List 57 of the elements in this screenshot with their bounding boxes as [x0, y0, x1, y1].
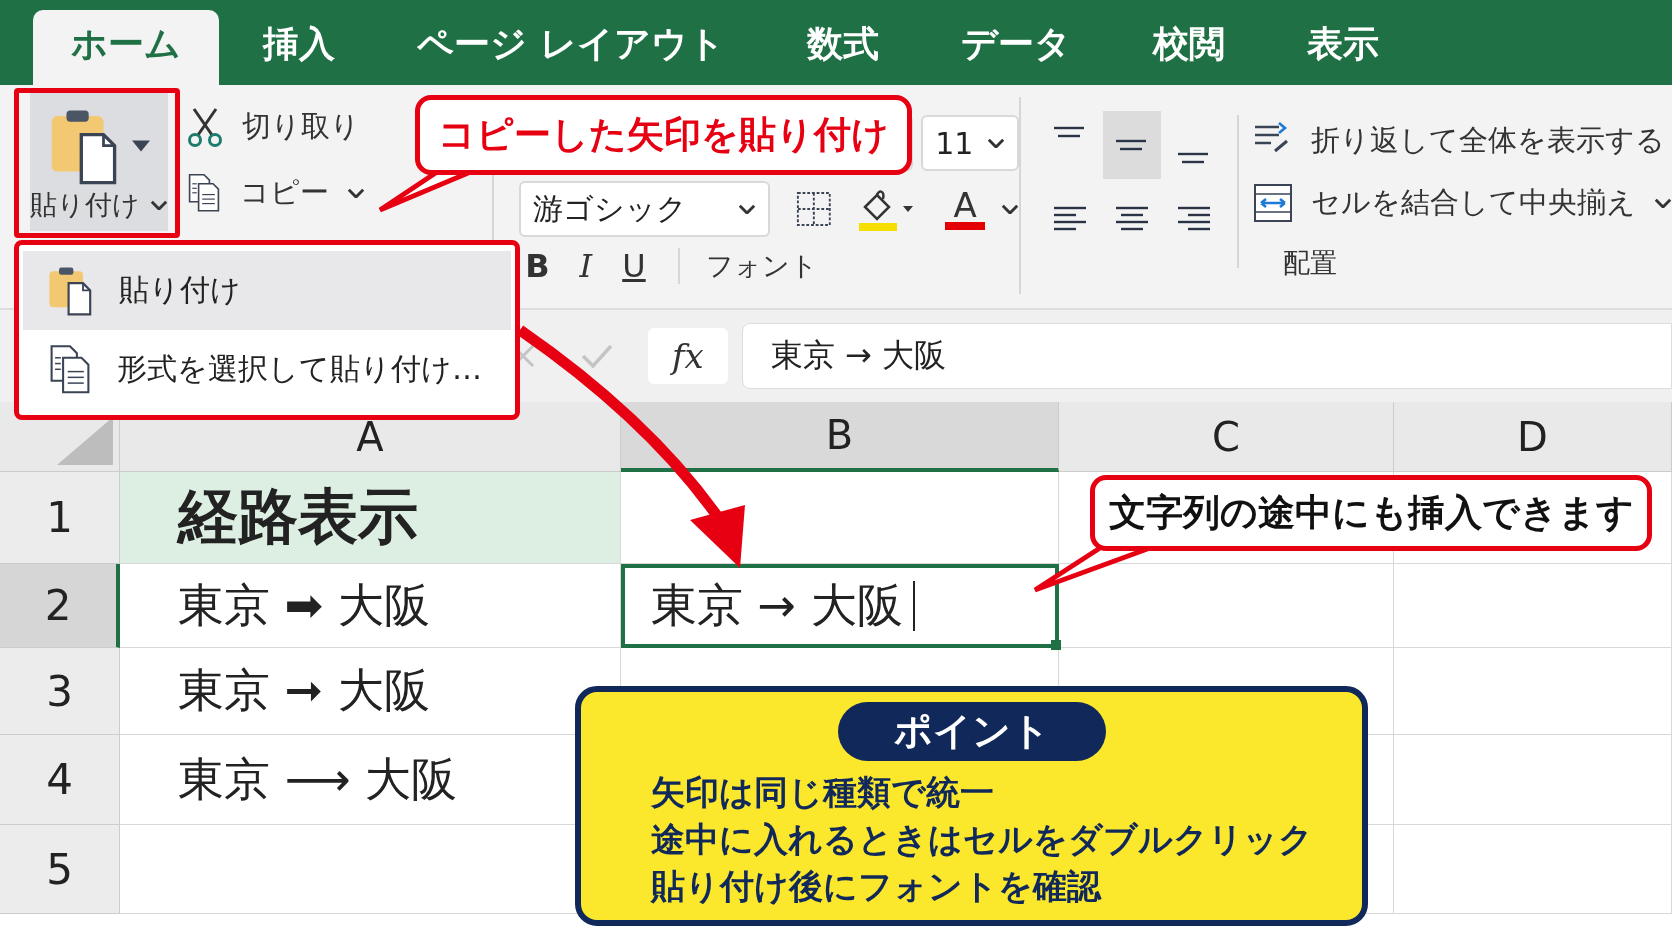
column-header[interactable]: B: [621, 402, 1059, 472]
align-lines-icon: [1054, 126, 1086, 138]
paste-button[interactable]: 貼り付け: [30, 93, 168, 231]
ribbon-tab[interactable]: 校閲: [1114, 10, 1263, 85]
table-cell: 東京 → 大阪: [621, 564, 1059, 648]
chevron-down-icon: [1654, 197, 1672, 209]
tip-title: ポイント: [837, 702, 1106, 761]
chevron-down-icon: [737, 203, 756, 215]
group-label: 配置: [1283, 246, 1338, 280]
tip-text: 途中に入れるときはセルをダブルクリック: [651, 818, 1313, 861]
chevron-down-icon: [1001, 203, 1020, 215]
function-button[interactable]: fx: [648, 328, 728, 384]
align-lines-icon: [1116, 139, 1148, 151]
ribbon-tab[interactable]: ホーム: [33, 10, 219, 85]
tip-text: 貼り付け後にフォントを確認: [651, 865, 1101, 908]
italic-button[interactable]: I: [573, 247, 599, 285]
copy-button[interactable]: コピー: [186, 173, 365, 213]
row-header[interactable]: 5: [0, 825, 120, 914]
chevron-down-icon: [150, 199, 168, 211]
formula-field[interactable]: 東京 → 大阪: [741, 323, 1672, 389]
ribbon-tab[interactable]: 表示: [1268, 10, 1417, 85]
bold-button[interactable]: B: [519, 247, 556, 285]
scissors-icon: [186, 107, 224, 147]
ribbon-tab[interactable]: データ: [922, 10, 1109, 85]
borders-icon[interactable]: [795, 190, 832, 228]
font-family-field[interactable]: 游ゴシック: [519, 181, 770, 237]
ribbon-tab[interactable]: 数式: [768, 10, 917, 85]
row-header[interactable]: 2: [0, 564, 120, 648]
merge-cells-icon: [1253, 183, 1293, 223]
menu-item[interactable]: 貼り付け: [23, 251, 511, 330]
row-header[interactable]: 1: [0, 472, 120, 564]
column-header[interactable]: D: [1394, 402, 1672, 472]
merge-center-button[interactable]: セルを結合して中央揃え: [1253, 183, 1672, 223]
cut-button[interactable]: 切り取り: [186, 107, 365, 147]
table-cell: 東京 ➡ 大阪: [120, 564, 621, 648]
column-header[interactable]: C: [1059, 402, 1394, 472]
check-icon[interactable]: [580, 343, 614, 369]
ribbon-tab[interactable]: 挿入: [225, 10, 373, 85]
dropdown-triangle-icon: [132, 139, 150, 152]
font-size-field[interactable]: 11: [921, 115, 1020, 171]
row-header[interactable]: 3: [0, 648, 120, 735]
chevron-down-icon: [987, 137, 1006, 149]
tip-text: 矢印は同じ種類で統一: [651, 771, 994, 814]
fill-color-icon[interactable]: [857, 187, 900, 231]
font-color-button[interactable]: A: [939, 188, 992, 230]
select-all-icon[interactable]: [57, 417, 113, 465]
group-label: フォント: [705, 249, 818, 283]
row-header[interactable]: 4: [0, 735, 120, 825]
wrap-text-button[interactable]: 折り返して全体を表示する: [1253, 121, 1672, 161]
ribbon-tab[interactable]: ページ レイアウト: [379, 10, 763, 85]
align-lines-icon: [1178, 152, 1210, 164]
copy-icon: [186, 173, 222, 213]
table-cell: 経路表示: [120, 472, 621, 564]
underline-button[interactable]: U: [616, 247, 652, 285]
dropdown-triangle-icon: [903, 205, 914, 213]
align-middle-button[interactable]: [1103, 111, 1161, 179]
chevron-down-icon: [347, 187, 365, 199]
